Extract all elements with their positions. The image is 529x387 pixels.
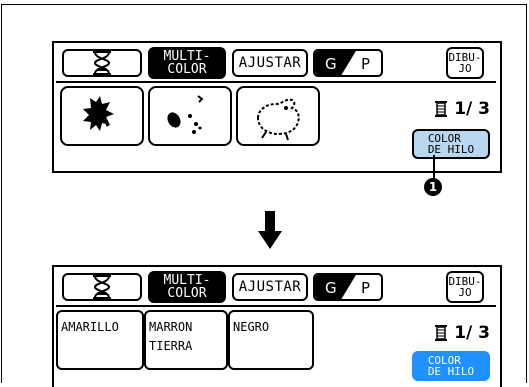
dibujo-label: DIBU- JO xyxy=(448,275,482,299)
size-g-label: G xyxy=(325,55,337,73)
thread-color-button-active[interactable]: COLOR DE HILO xyxy=(412,351,490,381)
multicolor-button[interactable]: MULTI- COLOR xyxy=(148,271,226,303)
size-toggle[interactable]: G P xyxy=(313,49,383,77)
top-toolbar: MULTI- COLOR AJUSTAR G P DIBU- JO xyxy=(56,269,496,307)
thread-color-label: COLOR DE HILO xyxy=(427,354,475,378)
multicolor-label: MULTI- COLOR xyxy=(163,273,211,301)
thread-item-2[interactable]: MARRON TIERRA xyxy=(144,310,228,370)
thread-name: MARRON TIERRA xyxy=(149,320,193,353)
size-g-label: G xyxy=(325,279,337,297)
top-toolbar: MULTI- COLOR AJUSTAR G P DIBU- JO xyxy=(56,45,496,83)
down-arrow-icon xyxy=(258,211,282,253)
dibujo-button[interactable]: DIBU- JO xyxy=(446,271,484,303)
thread-color-label: COLOR DE HILO xyxy=(427,132,475,156)
thread-name: NEGRO xyxy=(233,320,270,334)
multicolor-label: MULTI- COLOR xyxy=(163,49,211,77)
size-toggle[interactable]: G P xyxy=(313,273,383,301)
thread-color-button[interactable]: COLOR DE HILO xyxy=(412,129,490,159)
size-p-label: P xyxy=(361,55,371,73)
animal-outline-icon xyxy=(256,98,300,141)
hourglass-button[interactable] xyxy=(62,273,142,301)
ajustar-button[interactable]: AJUSTAR xyxy=(232,49,308,77)
hourglass-icon xyxy=(93,275,111,299)
spool-icon xyxy=(435,101,448,117)
dibujo-label: DIBU- JO xyxy=(448,51,482,75)
multicolor-button[interactable]: MULTI- COLOR xyxy=(148,47,226,79)
callout-number: 1 xyxy=(424,178,442,196)
ajustar-label: AJUSTAR xyxy=(238,55,302,71)
design-counter: 1/ 3 xyxy=(434,323,490,343)
design-thumbnail-3[interactable] xyxy=(236,86,320,146)
counter-text: 1/ 3 xyxy=(454,323,490,343)
thread-item-3[interactable]: NEGRO xyxy=(228,310,314,370)
motif-icon-2 xyxy=(167,95,204,134)
thread-name: AMARILLO xyxy=(61,320,119,334)
screen-panel-after: MULTI- COLOR AJUSTAR G P DIBU- JO AMARIL… xyxy=(52,265,502,387)
dibujo-button[interactable]: DIBU- JO xyxy=(446,47,484,79)
size-p-label: P xyxy=(361,279,371,297)
hourglass-button[interactable] xyxy=(62,49,142,77)
design-thumbnail-1[interactable] xyxy=(60,86,144,146)
ajustar-button[interactable]: AJUSTAR xyxy=(232,273,308,301)
screen-panel-before: MULTI- COLOR AJUSTAR G P DIBU- JO 1/ 3 C… xyxy=(52,41,502,173)
spool-icon xyxy=(435,325,448,341)
motif-icon-1 xyxy=(83,96,114,131)
hourglass-icon xyxy=(93,51,111,75)
counter-text: 1/ 3 xyxy=(454,99,490,119)
ajustar-label: AJUSTAR xyxy=(238,279,302,295)
thread-item-1[interactable]: AMARILLO xyxy=(56,310,144,370)
design-thumbnail-2[interactable] xyxy=(148,86,232,146)
design-counter: 1/ 3 xyxy=(434,99,490,119)
